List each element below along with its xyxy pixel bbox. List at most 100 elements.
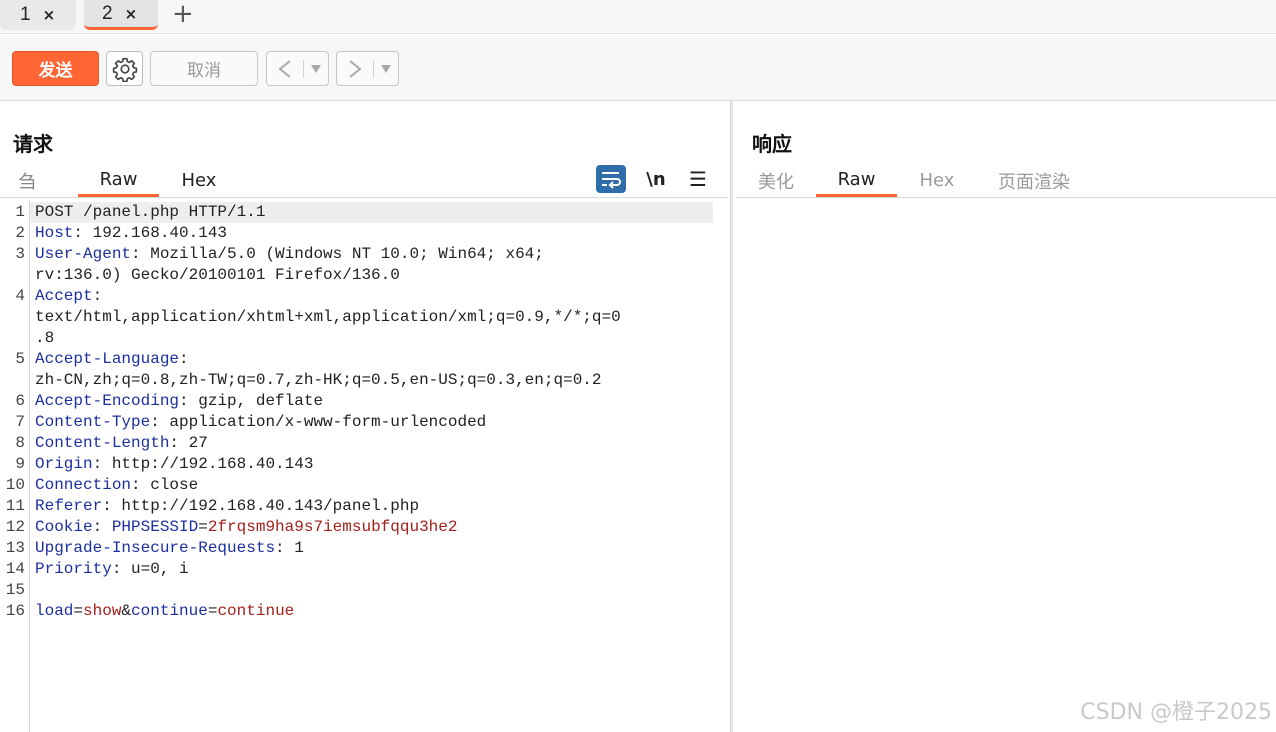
- token-key: Accept: [35, 287, 93, 305]
- token-key: continue: [131, 602, 208, 620]
- code-line[interactable]: zh-CN,zh;q=0.8,zh-TW;q=0.7,zh-HK;q=0.5,e…: [35, 370, 602, 391]
- add-tab-icon[interactable]: +: [172, 1, 194, 27]
- code-line[interactable]: rv:136.0) Gecko/20100101 Firefox/136.0: [35, 265, 400, 286]
- token-text: text/html,application/xhtml+xml,applicat…: [35, 308, 621, 326]
- line-number: 11: [5, 497, 25, 515]
- chevron-down-icon[interactable]: [304, 64, 328, 73]
- token-value: show: [83, 602, 122, 620]
- back-arrow-icon: [267, 59, 303, 79]
- token-key: Host: [35, 224, 74, 242]
- code-line[interactable]: load=show&continue=continue: [35, 601, 294, 622]
- token-key: Referer: [35, 497, 103, 515]
- chevron-down-icon[interactable]: [374, 64, 398, 73]
- code-line[interactable]: Upgrade-Insecure-Requests: 1: [35, 538, 304, 559]
- token-text: : Mozilla/5.0 (Windows NT 10.0; Win64; x…: [131, 245, 544, 263]
- tab-hex[interactable]: Hex: [906, 164, 968, 197]
- token-value: 2frqsm9ha9s7iemsubfqqu3he2: [207, 518, 458, 536]
- tab-raw[interactable]: Raw: [816, 164, 897, 197]
- forward-arrow-icon: [337, 59, 373, 79]
- token-text: :: [92, 518, 112, 536]
- token-key: Content-Type: [35, 413, 151, 431]
- token-text: : application/x-www-form-urlencoded: [150, 413, 487, 431]
- show-newlines-button[interactable]: \n: [642, 164, 670, 194]
- tab-hex[interactable]: Hex: [162, 164, 236, 197]
- session-tab-2[interactable]: 2 ×: [84, 0, 158, 30]
- forward-button[interactable]: [336, 51, 399, 86]
- token-text: : close: [131, 476, 199, 494]
- line-number: 10: [5, 476, 25, 494]
- code-line[interactable]: Origin: http://192.168.40.143: [35, 454, 313, 475]
- code-line[interactable]: Accept-Encoding: gzip, deflate: [35, 391, 323, 412]
- request-editor[interactable]: 1 POST /panel.php HTTP/1.1 2 Host: 192.168.…: [0, 200, 728, 732]
- close-tab-icon[interactable]: ×: [43, 6, 56, 24]
- word-wrap-button[interactable]: [596, 164, 626, 194]
- line-number: 5: [15, 350, 25, 368]
- code-line[interactable]: Priority: u=0, i: [35, 559, 189, 580]
- line-number: 8: [15, 434, 25, 452]
- code-line[interactable]: .8: [35, 328, 54, 349]
- token-text: :: [92, 287, 103, 305]
- code-line[interactable]: Referer: http://192.168.40.143/panel.php: [35, 496, 419, 517]
- line-number: 15: [5, 581, 25, 599]
- code-line[interactable]: Host: 192.168.40.143: [35, 223, 227, 244]
- request-view-tabs: 刍 Raw Hex \n ☰: [0, 164, 728, 198]
- token-text: : http://192.168.40.143/panel.php: [102, 497, 420, 515]
- toolbar: 发送 取消: [0, 35, 1276, 101]
- code-line[interactable]: Connection: close: [35, 475, 198, 496]
- token-key: Priority: [35, 560, 112, 578]
- watermark: CSDN @橙子2025: [1080, 700, 1272, 725]
- response-title: 响应: [752, 132, 792, 156]
- panel-splitter[interactable]: [730, 101, 733, 732]
- line-number: 4: [15, 287, 25, 305]
- line-number: 6: [15, 392, 25, 410]
- word-wrap-icon: [596, 165, 626, 193]
- menu-icon[interactable]: ☰: [684, 164, 712, 194]
- close-tab-icon[interactable]: ×: [125, 5, 138, 23]
- line-number: 9: [15, 455, 25, 473]
- token-key: Origin: [35, 455, 93, 473]
- token-key: Accept-Encoding: [35, 392, 180, 410]
- token-text: =: [207, 602, 218, 620]
- token-text: =: [198, 518, 208, 536]
- code-line[interactable]: Cookie: PHPSESSID=2frqsm9ha9s7iemsubfqqu…: [35, 517, 457, 538]
- code-line[interactable]: Accept:: [35, 286, 102, 307]
- token-text: zh-CN,zh;q=0.8,zh-TW;q=0.7,zh-HK;q=0.5,e…: [35, 371, 602, 389]
- token-key: Upgrade-Insecure-Requests: [35, 539, 276, 557]
- line-number: 14: [5, 560, 25, 578]
- session-tab-bar: 1 × 2 × +: [0, 0, 1276, 34]
- send-button[interactable]: 发送: [12, 51, 99, 86]
- line-number: 13: [5, 539, 25, 557]
- token-text: : 1: [275, 539, 304, 557]
- code-line[interactable]: POST /panel.php HTTP/1.1: [35, 202, 265, 223]
- token-text: &: [121, 602, 132, 620]
- token-text: .8: [35, 329, 55, 347]
- session-tab-1[interactable]: 1 ×: [0, 0, 76, 30]
- tab-pretty[interactable]: 美化: [744, 164, 808, 197]
- token-text: rv:136.0) Gecko/20100101 Firefox/136.0: [35, 266, 400, 284]
- token-key: Accept-Language: [35, 350, 180, 368]
- token-text: POST /panel.php HTTP/1.1: [35, 203, 266, 221]
- code-line[interactable]: Content-Type: application/x-www-form-url…: [35, 412, 486, 433]
- cancel-button[interactable]: 取消: [150, 51, 258, 86]
- tab-raw[interactable]: Raw: [78, 164, 159, 197]
- gutter-divider: [29, 200, 30, 732]
- back-button[interactable]: [266, 51, 329, 86]
- code-line[interactable]: Accept-Language:: [35, 349, 189, 370]
- token-key: PHPSESSID: [111, 518, 199, 536]
- token-text: : 192.168.40.143: [73, 224, 228, 242]
- token-key: Connection: [35, 476, 132, 494]
- token-key: load: [35, 602, 74, 620]
- token-text: : u=0, i: [111, 560, 189, 578]
- tab-pretty[interactable]: 刍: [8, 164, 44, 197]
- code-line[interactable]: text/html,application/xhtml+xml,applicat…: [35, 307, 621, 328]
- line-number: 7: [15, 413, 25, 431]
- tab-render[interactable]: 页面渲染: [986, 164, 1082, 197]
- session-tab-label: 1: [20, 4, 31, 25]
- token-value: continue: [217, 602, 295, 620]
- settings-button[interactable]: [106, 51, 143, 86]
- session-tab-label: 2: [102, 2, 113, 24]
- code-line[interactable]: Content-Length: 27: [35, 433, 208, 454]
- line-number: 2: [15, 224, 25, 242]
- request-title: 请求: [13, 132, 53, 156]
- code-line[interactable]: User-Agent: Mozilla/5.0 (Windows NT 10.0…: [35, 244, 544, 265]
